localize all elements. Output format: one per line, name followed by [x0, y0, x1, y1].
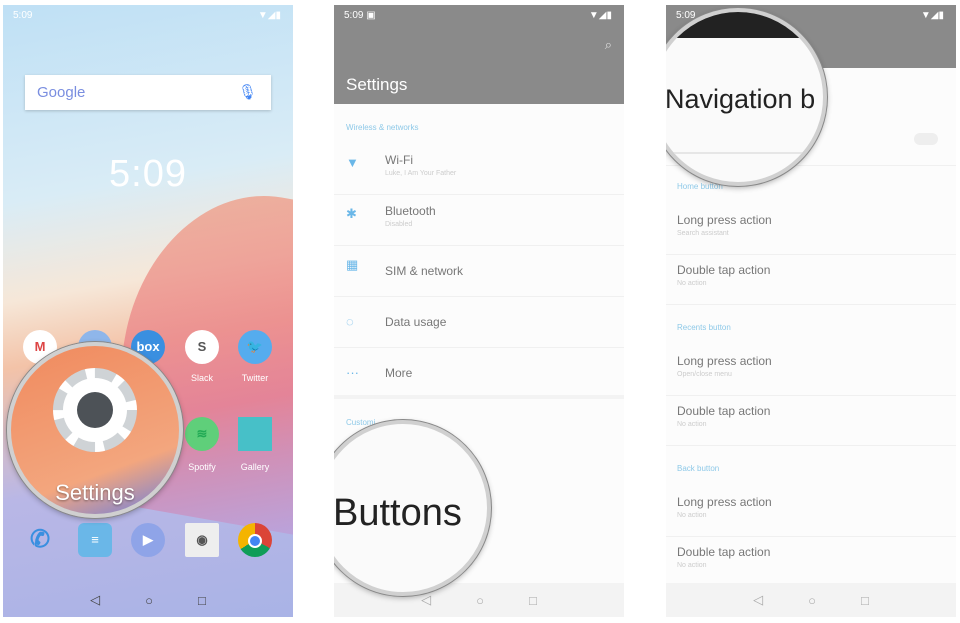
twitter-app-icon[interactable]: 🐦 — [238, 330, 272, 364]
recents-double-tap-item[interactable]: Double tap action No action — [666, 396, 956, 446]
recents-button[interactable]: □ — [529, 593, 537, 608]
page-title: Settings — [346, 75, 408, 94]
sim-icon: ▦ — [346, 257, 359, 272]
search-icon[interactable]: ⌕ — [605, 37, 612, 53]
settings-header: 5:09 ▣ ▼◢▮ ⌕ Settings — [334, 5, 624, 104]
item-title: Long press action — [677, 213, 772, 227]
item-subtitle: No action — [677, 562, 707, 569]
recents-button[interactable]: □ — [861, 593, 869, 608]
bluetooth-icon: ✱ — [346, 206, 357, 221]
home-screen-panel: 5:09 ▼◢▮ Google 🎙 5:09 M box S Slack 🐦 Twi… — [3, 5, 293, 617]
signal-battery-icon: ▼◢▮ — [588, 10, 612, 21]
item-title: Data usage — [385, 315, 447, 329]
item-subtitle: No action — [677, 280, 707, 287]
data-usage-icon: ◌ — [346, 314, 354, 329]
item-title: Double tap action — [677, 545, 771, 559]
status-time: 5:09 — [344, 10, 364, 21]
settings-magnifier[interactable]: Settings — [7, 342, 183, 518]
back-button[interactable]: ◁ — [753, 592, 763, 608]
buttons-magnifier[interactable]: Buttons — [334, 420, 491, 596]
group-header: Recents button — [677, 323, 731, 332]
signal-battery-icon: ▼◢▮ — [257, 10, 281, 21]
item-title: Long press action — [677, 354, 772, 368]
chrome-app-icon[interactable] — [238, 523, 272, 557]
buttons-settings-panel: Home button Long press action Search assi… — [666, 5, 956, 617]
item-title: Bluetooth — [385, 204, 436, 218]
item-title: Wi-Fi — [385, 153, 413, 167]
item-title: Long press action — [677, 495, 772, 509]
google-search-bar[interactable]: Google 🎙 — [25, 75, 271, 110]
back-button[interactable]: ◁ — [421, 592, 431, 608]
camera-app-icon[interactable]: ◉ — [185, 523, 219, 557]
section-header: Wireless & networks — [346, 123, 419, 132]
back-button[interactable]: ◁ — [90, 592, 100, 608]
navigation-bar: ◁ ○ □ — [3, 583, 293, 617]
item-subtitle: Disabled — [385, 221, 413, 228]
settings-item-sim[interactable]: ▦ SIM & network — [334, 247, 624, 297]
gallery-app-icon[interactable] — [238, 417, 272, 451]
back-long-press-item[interactable]: Long press action No action — [666, 487, 956, 537]
status-bar: 5:09 ▣ ▼◢▮ — [344, 10, 612, 21]
status-bar: 5:09 ▼◢▮ — [666, 5, 956, 27]
slack-label: Slack — [190, 373, 213, 383]
item-subtitle: No action — [677, 512, 707, 519]
home-double-tap-item[interactable]: Double tap action No action — [666, 255, 956, 305]
recents-long-press-item[interactable]: Long press action Open/close menu — [666, 346, 956, 396]
google-logo: Google — [37, 84, 86, 101]
settings-label: Settings — [55, 480, 135, 505]
home-button[interactable]: ○ — [145, 593, 153, 608]
item-title: Double tap action — [677, 404, 771, 418]
wifi-icon: ▼ — [346, 155, 359, 170]
mic-icon[interactable]: 🎙 — [238, 83, 257, 101]
messages-app-icon[interactable]: ≡ — [78, 523, 112, 557]
signal-battery-icon: ▼◢▮ — [920, 10, 944, 21]
item-subtitle: No action — [677, 421, 707, 428]
item-title: Double tap action — [677, 263, 771, 277]
settings-item-wifi[interactable]: ▼ Wi-Fi Luke, I Am Your Father — [334, 145, 624, 195]
group-header: Back button — [677, 464, 720, 473]
status-bar: 5:09 ▼◢▮ — [3, 5, 293, 27]
item-title: SIM & network — [385, 264, 464, 278]
more-icon: ··· — [346, 365, 359, 380]
settings-item-bluetooth[interactable]: ✱ Bluetooth Disabled — [334, 196, 624, 246]
settings-item-more[interactable]: ··· More — [334, 349, 624, 399]
item-subtitle: Search assistant — [677, 230, 729, 237]
item-title: More — [385, 366, 413, 380]
navigation-bar-toggle[interactable] — [914, 133, 938, 145]
spotify-app-icon[interactable]: ≋ — [185, 417, 219, 451]
slack-app-icon[interactable]: S — [185, 330, 219, 364]
home-button[interactable]: ○ — [476, 593, 484, 608]
home-long-press-item[interactable]: Long press action Search assistant — [666, 205, 956, 255]
duo-app-icon[interactable]: ▶ — [131, 523, 165, 557]
settings-gear-icon — [53, 368, 137, 452]
spotify-label: Spotify — [188, 462, 216, 472]
twitter-label: Twitter — [241, 373, 269, 383]
item-subtitle: Open/close menu — [677, 371, 732, 378]
item-subtitle: Luke, I Am Your Father — [385, 170, 457, 177]
gallery-label: Gallery — [240, 462, 270, 472]
navigation-bar-magnifier[interactable]: Navigation b — [666, 8, 827, 186]
status-time: 5:09 — [676, 10, 696, 21]
settings-panel: 5:09 ▣ ▼◢▮ ⌕ Settings Wireless & networks… — [334, 5, 624, 617]
settings-item-data-usage[interactable]: ◌ Data usage — [334, 298, 624, 348]
recents-button[interactable]: □ — [198, 593, 206, 608]
clock-widget: 5:09 — [109, 153, 187, 195]
buttons-label: Buttons — [334, 492, 462, 534]
navigation-bar: ◁ ○ □ — [666, 583, 956, 617]
home-button[interactable]: ○ — [808, 593, 816, 608]
status-time: 5:09 — [13, 10, 33, 21]
back-double-tap-item[interactable]: Double tap action No action — [666, 537, 956, 587]
phone-app-icon[interactable]: ✆ — [23, 523, 57, 557]
navigation-bar-label: Navigation b — [666, 84, 816, 114]
